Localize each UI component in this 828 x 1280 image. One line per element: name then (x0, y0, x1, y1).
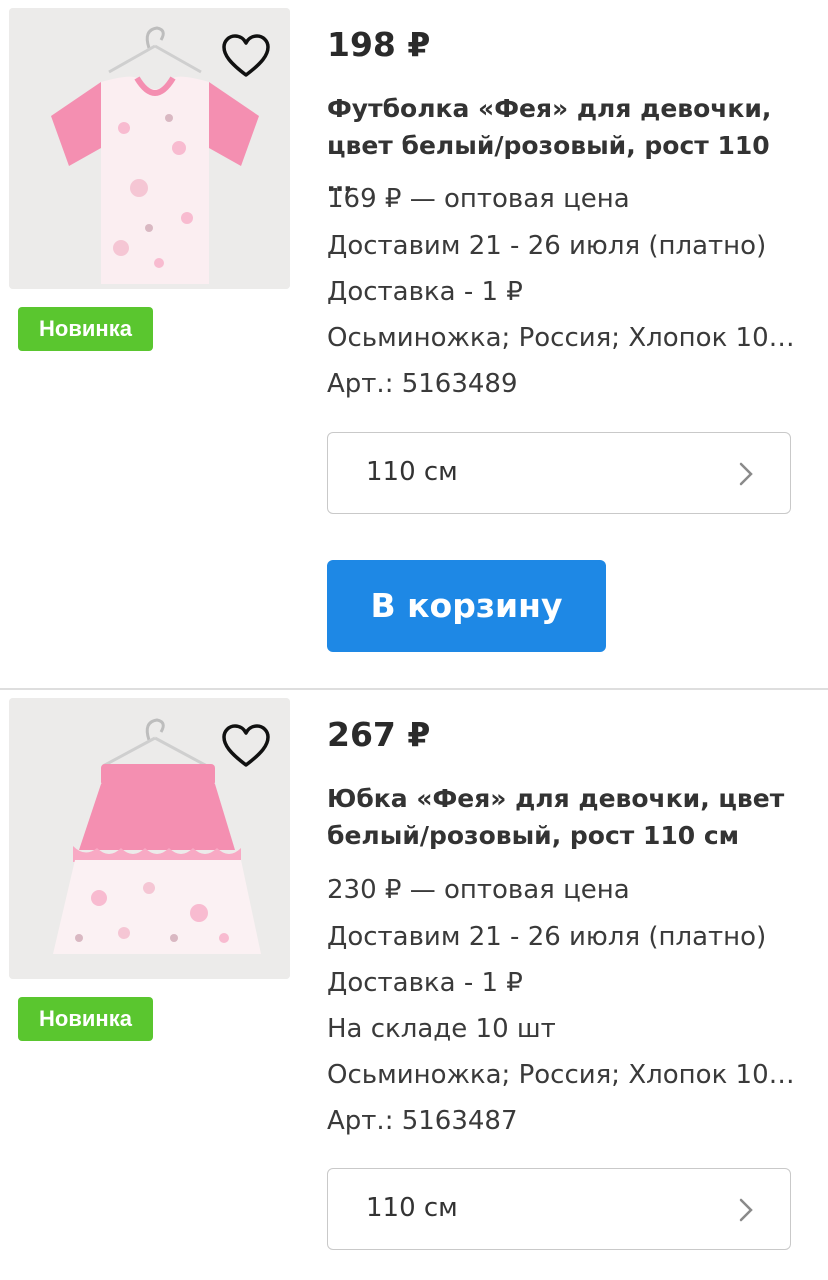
stock-status: На складе 10 шт (327, 1014, 556, 1044)
product-card: Новинка 198 ₽ Футболка «Фея» для девочки… (0, 0, 828, 689)
delivery-date: Доставим 21 - 26 июля (платно) (327, 231, 767, 261)
product-attributes: Осьминожка; Россия; Хлопок 10… (327, 1060, 795, 1090)
add-to-cart-button[interactable]: В корзину (327, 560, 606, 652)
wholesale-price: 169 ₽ — оптовая цена (327, 184, 630, 214)
delivery-cost: Доставка - 1 ₽ (327, 277, 523, 307)
size-select[interactable]: 110 см (327, 1168, 791, 1250)
size-select[interactable]: 110 см (327, 432, 791, 514)
wholesale-price: 230 ₽ — оптовая цена (327, 875, 630, 905)
product-article: Арт.: 5163489 (327, 369, 518, 399)
heart-outline-icon (222, 34, 270, 77)
favorite-button[interactable] (220, 723, 272, 771)
product-price: 198 ₽ (327, 25, 431, 64)
delivery-date: Доставим 21 - 26 июля (платно) (327, 922, 767, 952)
heart-outline-icon (222, 724, 270, 767)
product-price: 267 ₽ (327, 715, 431, 754)
product-title[interactable]: Юбка «Фея» для девочки, цвет белый/розов… (327, 780, 797, 854)
favorite-button[interactable] (220, 33, 272, 81)
size-value: 110 см (366, 1193, 458, 1223)
size-value: 110 см (366, 457, 458, 487)
delivery-cost: Доставка - 1 ₽ (327, 968, 523, 998)
new-badge: Новинка (18, 307, 153, 351)
chevron-right-icon (739, 462, 753, 486)
product-attributes: Осьминожка; Россия; Хлопок 10… (327, 323, 795, 353)
product-article: Арт.: 5163487 (327, 1106, 518, 1136)
chevron-right-icon (739, 1198, 753, 1222)
product-card: Новинка 267 ₽ Юбка «Фея» для девочки, цв… (0, 690, 828, 1280)
new-badge: Новинка (18, 997, 153, 1041)
